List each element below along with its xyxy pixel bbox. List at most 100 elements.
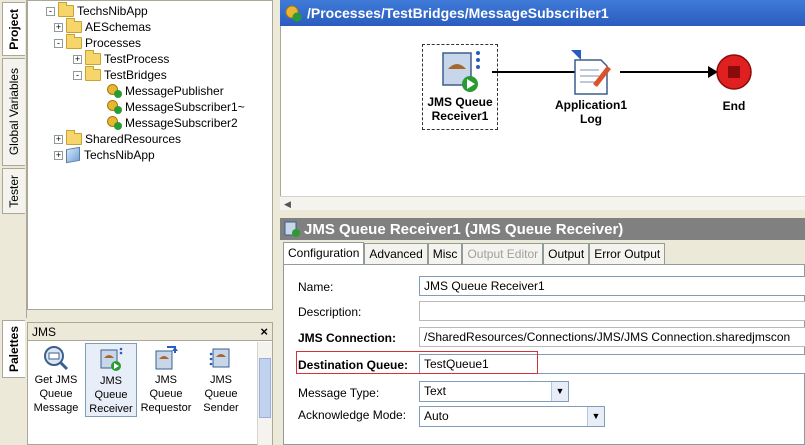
node-end[interactable]: End: [709, 53, 759, 113]
node-application-log[interactable]: Application1 Log: [543, 48, 639, 126]
collapse-icon[interactable]: -: [73, 70, 82, 80]
process-icon: [106, 116, 122, 130]
acknowledge-mode-label: Acknowledge Mode:: [298, 408, 407, 422]
tree-item-messagepublisher[interactable]: MessagePublisher: [106, 83, 224, 99]
left-tab-strip: Project Global Variables Tester: [0, 0, 27, 318]
palette-item-label: JMS Queue Requestor: [140, 374, 192, 414]
tree-item-label: MessageSubscriber2: [125, 116, 238, 130]
process-path: /Processes/TestBridges/MessageSubscriber…: [307, 5, 609, 21]
tab-output-editor: Output Editor: [462, 243, 544, 264]
expand-icon[interactable]: +: [54, 22, 63, 32]
destination-queue-highlight: [296, 351, 538, 374]
tree-item-label: MessageSubscriber1~: [125, 100, 245, 114]
palette-item-jms-queue-sender[interactable]: JMS Queue Sender: [195, 343, 247, 415]
palette-header: JMS ×: [28, 323, 272, 341]
palette-item-get-jms-queue-message[interactable]: Get JMS Queue Message: [30, 343, 82, 415]
tree-item-messagesubscriber2[interactable]: MessageSubscriber2: [106, 115, 238, 131]
folder-icon: [66, 34, 82, 49]
tab-tester-label: Tester: [7, 174, 21, 208]
jms-connection-field[interactable]: /SharedResources/Connections/JMS/JMS Con…: [419, 327, 805, 347]
tree-item-sharedresources[interactable]: + SharedResources: [54, 130, 182, 147]
folder-icon: [85, 66, 101, 81]
process-icon: [106, 84, 122, 98]
tab-project[interactable]: Project: [2, 2, 25, 56]
tree-item-techsnibapp-archive[interactable]: + TechsNibApp: [54, 146, 155, 164]
tab-error-output[interactable]: Error Output: [589, 243, 666, 264]
name-field[interactable]: JMS Queue Receiver1: [419, 276, 805, 296]
tab-configuration[interactable]: Configuration: [283, 242, 365, 264]
collapse-icon[interactable]: -: [46, 6, 55, 16]
canvas-scrollbar[interactable]: ◀: [280, 196, 805, 210]
message-type-select[interactable]: Text ▼: [419, 381, 569, 402]
acknowledge-mode-select[interactable]: Auto ▼: [419, 406, 605, 427]
process-icon: [106, 100, 122, 114]
tree-item-testprocess[interactable]: + TestProcess: [73, 50, 170, 67]
process-title-bar: /Processes/TestBridges/MessageSubscriber…: [280, 0, 805, 26]
palette-item-jms-queue-receiver[interactable]: JMS Queue Receiver: [85, 343, 137, 417]
queue-requestor-icon: [153, 345, 179, 371]
project-tree[interactable]: - TechsNibApp + AESchemas - Processes + …: [27, 0, 273, 310]
process-canvas[interactable]: JMS Queue Receiver1 Application1 Log End: [280, 26, 805, 196]
expand-icon[interactable]: +: [73, 54, 82, 64]
folder-icon: [85, 50, 101, 65]
tree-item-label: TestProcess: [104, 52, 170, 66]
tree-item-processes[interactable]: - Processes: [54, 34, 142, 51]
palette-item-label: JMS Queue Receiver: [89, 375, 133, 415]
tree-item-label: SharedResources: [85, 132, 182, 146]
cube-icon: [66, 146, 80, 164]
palette-scrollbar[interactable]: [257, 342, 272, 445]
tab-misc[interactable]: Misc: [427, 243, 463, 264]
palette-name: JMS: [32, 324, 56, 339]
tab-global-variables-label: Global Variables: [7, 68, 21, 156]
tab-palettes[interactable]: Palettes: [2, 320, 25, 378]
process-icon: [284, 4, 302, 22]
log-icon: [569, 48, 613, 96]
tab-project-label: Project: [7, 8, 21, 50]
description-field[interactable]: [419, 301, 805, 321]
properties-title: JMS Queue Receiver1 (JMS Queue Receiver): [304, 220, 624, 238]
tab-palettes-label: Palettes: [7, 325, 21, 373]
close-icon[interactable]: ×: [260, 324, 268, 339]
tab-advanced[interactable]: Advanced: [364, 243, 428, 264]
folder-icon: [66, 130, 82, 145]
chevron-down-icon[interactable]: ▼: [551, 382, 568, 401]
queue-receiver-icon: [284, 221, 300, 237]
palette-item-jms-queue-requestor[interactable]: JMS Queue Requestor: [140, 343, 192, 415]
chevron-down-icon[interactable]: ▼: [587, 407, 604, 426]
tab-output[interactable]: Output: [543, 243, 590, 264]
properties-tabs: Configuration Advanced Misc Output Edito…: [283, 242, 666, 264]
message-type-label: Message Type:: [298, 386, 380, 400]
node-label: End: [722, 99, 746, 113]
queue-receiver-icon: [98, 346, 124, 372]
tree-item-aeschemas[interactable]: + AESchemas: [54, 18, 151, 35]
name-label: Name:: [298, 280, 334, 294]
tree-item-messagesubscriber1[interactable]: MessageSubscriber1~: [106, 99, 245, 115]
scrollbar-thumb[interactable]: [259, 358, 271, 418]
get-message-icon: [43, 345, 69, 371]
tree-item-testbridges[interactable]: - TestBridges: [73, 66, 167, 83]
tree-item-label: TestBridges: [104, 68, 167, 82]
stop-icon: [715, 53, 753, 91]
node-jms-queue-receiver[interactable]: JMS Queue Receiver1: [422, 44, 498, 130]
collapse-icon[interactable]: -: [54, 38, 63, 48]
expand-icon[interactable]: +: [54, 150, 63, 160]
tree-item-label: Processes: [85, 36, 142, 50]
tree-item-techsnibapp[interactable]: - TechsNibApp: [46, 2, 148, 19]
queue-receiver-icon: [438, 49, 482, 93]
tab-global-variables[interactable]: Global Variables: [2, 58, 25, 166]
node-label: Application1 Log: [554, 98, 627, 126]
message-type-value: Text: [424, 384, 447, 398]
tree-item-label: MessagePublisher: [125, 84, 224, 98]
folder-icon: [66, 18, 82, 33]
tree-item-label: TechsNibApp: [84, 148, 155, 162]
node-label: JMS Queue Receiver1: [427, 95, 493, 123]
palette-item-label: JMS Queue Sender: [203, 374, 239, 414]
tab-tester[interactable]: Tester: [2, 168, 25, 214]
scroll-left-icon[interactable]: ◀: [284, 199, 291, 210]
queue-sender-icon: [208, 345, 234, 371]
expand-icon[interactable]: +: [54, 134, 63, 144]
tree-item-label: TechsNibApp: [77, 4, 148, 18]
description-label: Description:: [298, 305, 362, 319]
folder-icon: [58, 2, 74, 17]
properties-title-bar: JMS Queue Receiver1 (JMS Queue Receiver): [280, 218, 805, 240]
